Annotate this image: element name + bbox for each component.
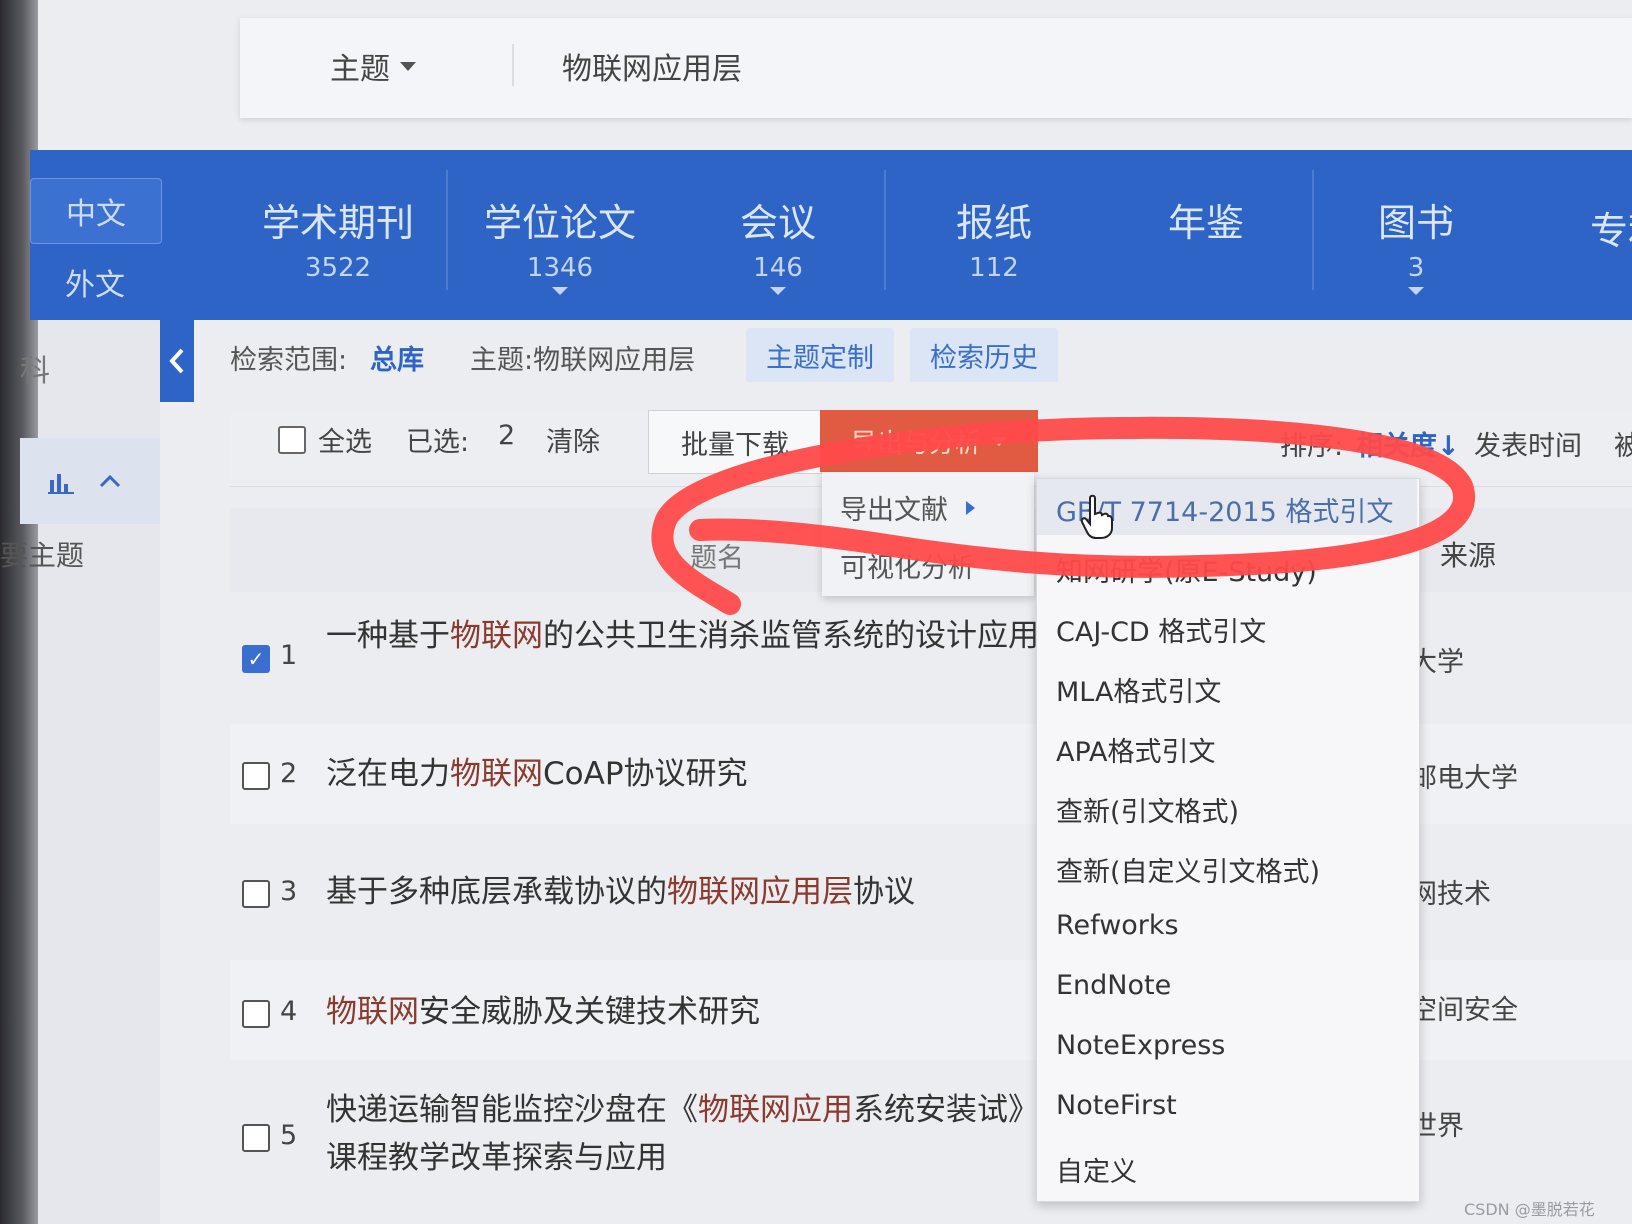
watermark: CSDN @墨脱若花 <box>1464 1200 1595 1219</box>
hand-cursor-icon <box>1080 494 1113 539</box>
red-circle-annotation <box>651 416 1475 615</box>
